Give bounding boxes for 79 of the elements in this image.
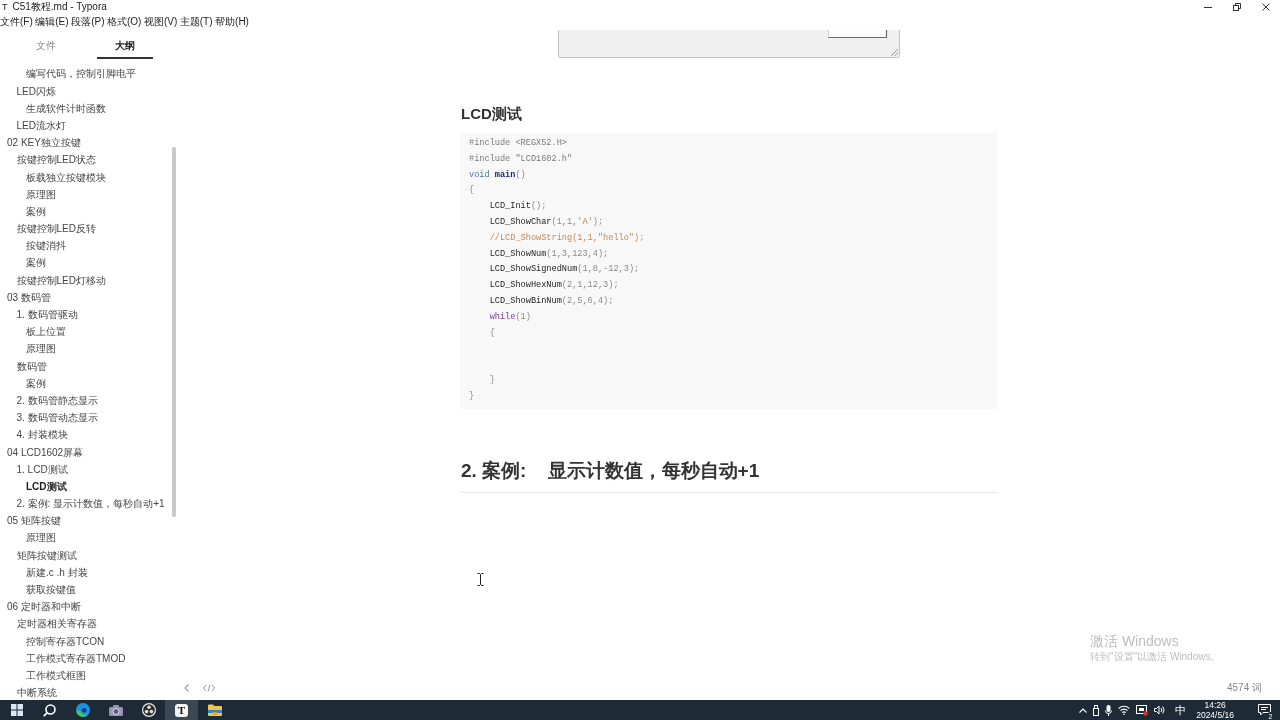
menu-item[interactable]: 文件(F) — [0, 14, 33, 30]
text-cursor-icon — [477, 573, 484, 586]
clock-time[interactable]: 14:26 — [1204, 700, 1226, 710]
outline-item[interactable]: 板载独立按键模块 — [26, 168, 106, 186]
outline-item[interactable]: 1. LCD测试 — [16, 460, 68, 478]
outline-item[interactable]: 工作模式寄存器TMOD — [26, 649, 126, 667]
app-logo: T — [2, 1, 8, 14]
outline-item[interactable]: 4. 封装模块 — [16, 426, 68, 444]
outline-item[interactable]: 2. 案例: 显示计数值，每秒自动+1 — [16, 495, 165, 513]
source-mode-button[interactable] — [201, 682, 217, 694]
outline-item[interactable]: 编写代码，控制引脚电平 — [26, 65, 136, 83]
outline-item[interactable]: 03 数码管 — [7, 288, 51, 306]
outline-item[interactable]: 按键消抖 — [26, 237, 66, 255]
outline-item[interactable]: 数码管 — [16, 357, 47, 375]
outline-item[interactable]: 工作模式框图 — [26, 666, 86, 685]
outline-item[interactable]: 2. 数码管静态显示 — [16, 391, 98, 410]
chevron-up-icon[interactable] — [1079, 707, 1088, 713]
outline-item[interactable]: 02 KEY独立按键 — [7, 134, 81, 152]
code-text: #include <REGX52.H> #include "LCD1602.h" void main() { LCD_Init(); LCD_ShowChar(1,1,'A'); //LCD_ShowString(1,1,"hello"); LCD_ShowNum(1,3,123,4); LCD_ShowSignedNum(1,8,-12,3); LCD_ShowHexNum(2,1,12,3); LCD_ShowBinNum(2,5,6,4); while(1) { } } — [469, 137, 646, 403]
outline-item[interactable]: 3. 数码管动态显示 — [16, 409, 98, 427]
outline-item[interactable]: 控制寄存器TCON — [26, 632, 105, 650]
outline-item[interactable]: 案例 — [26, 202, 46, 221]
browser-swirl-icon — [75, 703, 90, 717]
outline-item[interactable]: 原理图 — [26, 185, 56, 203]
windows-start-icon — [10, 704, 23, 716]
usb-drive-icon[interactable] — [1093, 704, 1100, 716]
section-heading: LCD测试 — [461, 104, 523, 124]
taskbar-app-button[interactable]: T — [165, 700, 198, 720]
menu-item[interactable]: 格式(O) — [106, 14, 142, 30]
outline-item[interactable]: 案例 — [26, 374, 46, 392]
window-title: C51教程.md - Typora — [12, 0, 107, 14]
outline-item[interactable]: 按键控制LED灯移动 — [16, 271, 106, 289]
outline-item[interactable]: 按键控制LED反转 — [16, 220, 96, 238]
outline-item[interactable]: 板上位置 — [26, 323, 66, 341]
outline-item[interactable]: 按键控制LED状态 — [16, 151, 96, 169]
chevron-left-icon — [184, 684, 189, 692]
sidebar-toggle-button[interactable] — [182, 682, 191, 694]
speaker-icon[interactable] — [1154, 705, 1166, 715]
outline-item[interactable]: 定时器相关寄存器 — [16, 615, 97, 633]
restore-icon — [1232, 3, 1241, 11]
activation-title: 激活 Windows — [1090, 633, 1180, 650]
outline-item[interactable]: 矩阵按键测试 — [16, 546, 77, 564]
outline-item[interactable]: LED流水灯 — [16, 116, 66, 135]
close-icon — [1261, 3, 1270, 11]
outline-item[interactable]: 06 定时器和中断 — [7, 598, 81, 616]
microphone-icon[interactable] — [1105, 704, 1113, 716]
scrollbar-thumb[interactable] — [172, 147, 176, 517]
menu-item[interactable]: 编辑(E) — [35, 14, 69, 30]
outline-item[interactable]: 中断系统 — [16, 684, 57, 700]
sidebar-tab[interactable]: 大纲 — [97, 30, 153, 59]
section-heading: 2. 案例: 显示计数值，每秒自动+1 — [461, 457, 998, 493]
minimize-icon — [1203, 6, 1212, 8]
sidebar-tab[interactable]: 文件 — [18, 30, 74, 59]
outline-item[interactable]: 05 矩阵按键 — [7, 512, 61, 530]
outline-item[interactable]: 获取按键值 — [26, 581, 76, 599]
menu-item[interactable]: 主题(T) — [179, 14, 213, 30]
input-method-indicator[interactable]: 中 — [1175, 703, 1187, 717]
outline-item[interactable]: 案例 — [26, 254, 46, 272]
outline-item[interactable]: 原理图 — [26, 529, 56, 547]
app-logo: T — [175, 703, 188, 717]
menu-item[interactable]: 帮助(H) — [215, 14, 249, 30]
ring-dots-icon — [141, 703, 156, 717]
outline-item[interactable]: LED闪烁 — [16, 82, 56, 100]
word-count[interactable]: 4574 词 — [1226, 681, 1262, 695]
wifi-icon[interactable] — [1118, 705, 1131, 715]
code-icon — [203, 684, 215, 692]
outline-item[interactable]: 04 LCD1602屏幕 — [7, 443, 84, 461]
clock-date[interactable]: 2024/5/16 — [1196, 710, 1234, 720]
menu-item[interactable]: 段落(P) — [71, 14, 105, 30]
folder-icon — [207, 704, 222, 716]
outline-item[interactable]: 生成软件计时函数 — [26, 99, 106, 117]
notification-icon[interactable] — [1258, 704, 1271, 716]
search-icon — [43, 703, 56, 717]
outline-item[interactable]: LCD测试 — [26, 477, 67, 496]
camera-icon — [108, 704, 123, 716]
menu-item[interactable]: 视图(V) — [143, 14, 178, 30]
outline-item[interactable]: 新建.c .h 封装 — [26, 563, 88, 581]
outline-item[interactable]: 原理图 — [26, 340, 56, 358]
outline-item[interactable]: 1. 数码管驱动 — [16, 306, 78, 324]
